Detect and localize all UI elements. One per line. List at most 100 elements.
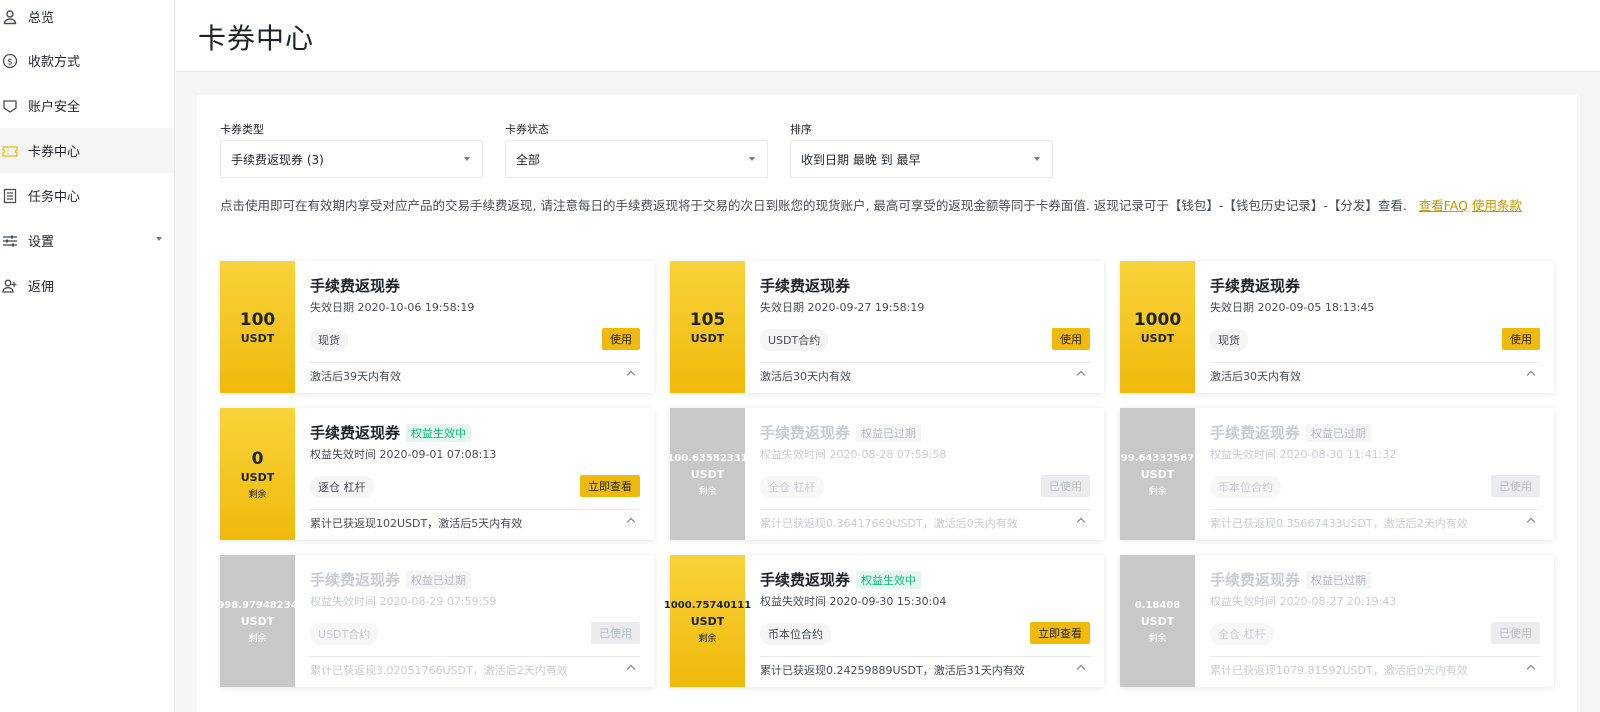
coupon-title-row: 手续费返现券 权益已过期	[760, 422, 922, 443]
chevron-up-icon[interactable]	[1076, 664, 1086, 674]
chevron-up-icon[interactable]	[626, 370, 636, 380]
sort-select[interactable]: 收到日期 最晚 到 最早	[790, 140, 1053, 178]
sidebar-item-security[interactable]: 账户安全	[0, 83, 174, 128]
product-tag: 币本位合约	[760, 623, 831, 645]
dollar-icon: $	[0, 53, 28, 69]
sidebar-item-label: 设置	[28, 235, 55, 250]
status-badge: 权益生效中	[406, 423, 472, 442]
coupon-body: 手续费返现券 权益已过期 权益失效时间 2020-08-28 07:59:58 …	[745, 408, 1104, 540]
chevron-up-icon[interactable]	[626, 664, 636, 674]
coupon-amount-stub: 100 USDT	[220, 261, 295, 393]
filter-coupon-type: 卡券类型 手续费返现券 (3)	[220, 122, 483, 178]
page-header: 卡券中心	[176, 0, 1600, 72]
coupon-card: 105 USDT 手续费返现券 失效日期 2020-09-27 19:58:19…	[670, 261, 1104, 393]
coupon-status-select[interactable]: 全部	[505, 140, 768, 178]
sidebar-item-payment[interactable]: $ 收款方式	[0, 38, 174, 83]
coupon-amount-stub: 1000.75740111 USDT 剩余	[664, 555, 751, 687]
filter-label: 卡券状态	[505, 123, 549, 136]
description-text: 点击使用即可在有效期内享受对应产品的交易手续费返现, 请注意每日的手续费返现将于…	[220, 198, 1407, 213]
remaining-label: 剩余	[1148, 633, 1167, 644]
divider	[1210, 362, 1540, 363]
coupon-footer: 激活后39天内有效	[310, 370, 401, 383]
coupon-body: 手续费返现券 失效日期 2020-09-27 19:58:19 USDT合约 使…	[745, 261, 1104, 393]
divider	[760, 509, 1090, 510]
coupon-title: 手续费返现券	[760, 571, 851, 589]
product-tag: 全仓 杠杆	[1210, 623, 1274, 645]
use-button[interactable]: 使用	[1502, 328, 1540, 350]
coupon-date: 权益失效时间 2020-09-01 07:08:13	[310, 448, 497, 461]
select-value: 收到日期 最晚 到 最早	[801, 152, 921, 167]
divider	[1210, 509, 1540, 510]
coupon-amount: 1000.75740111	[663, 599, 752, 611]
chevron-up-icon[interactable]	[1076, 370, 1086, 380]
coupon-unit: USDT	[240, 331, 275, 345]
coupon-body: 手续费返现券 权益已过期 权益失效时间 2020-08-27 20:19:43 …	[1195, 555, 1554, 687]
sidebar-item-referral[interactable]: 返佣	[0, 263, 174, 308]
chevron-up-icon[interactable]	[1076, 517, 1086, 527]
chevron-up-icon[interactable]	[1526, 664, 1536, 674]
product-tag: USDT合约	[310, 623, 379, 645]
remaining-label: 剩余	[698, 633, 717, 644]
coupon-amount: 0	[251, 448, 264, 469]
coupon-title: 手续费返现券	[310, 424, 401, 442]
chevron-down-icon	[156, 237, 162, 241]
coupon-date: 失效日期 2020-09-05 18:13:45	[1210, 301, 1375, 314]
coupon-amount-stub: 0 USDT 剩余	[220, 408, 295, 540]
coupon-unit: USDT	[690, 614, 725, 628]
product-tag: 现货	[1210, 329, 1248, 351]
select-value: 手续费返现券 (3)	[231, 152, 324, 167]
chevron-up-icon[interactable]	[1526, 517, 1536, 527]
coupon-date: 失效日期 2020-09-27 19:58:19	[760, 301, 925, 314]
view-now-button[interactable]: 立即查看	[1030, 622, 1090, 644]
filter-sort: 排序 收到日期 最晚 到 最早	[790, 122, 1053, 178]
sidebar-item-overview[interactable]: 总览	[0, 0, 174, 39]
divider	[1210, 656, 1540, 657]
coupon-amount-stub: 99.64332567 USDT 剩余	[1120, 408, 1195, 540]
sidebar-item-coupons[interactable]: 卡券中心	[0, 128, 174, 173]
view-now-button[interactable]: 立即查看	[580, 475, 640, 497]
sidebar-item-settings[interactable]: 设置	[0, 218, 174, 263]
coupon-title: 手续费返现券	[310, 277, 401, 295]
sidebar-item-label: 任务中心	[28, 190, 81, 205]
coupon-type-select[interactable]: 手续费返现券 (3)	[220, 140, 483, 178]
coupon-footer: 累计已获返现3.02051766USDT，激活后2天内有效	[310, 664, 568, 677]
coupon-amount: 0.18408	[1134, 599, 1181, 611]
ticket-icon	[0, 143, 28, 159]
chevron-down-icon	[749, 157, 755, 161]
svg-text:$: $	[7, 57, 13, 67]
coupon-footer: 累计已获返现0.24259889USDT，激活后31天内有效	[760, 664, 1025, 677]
terms-link[interactable]: 使用条款	[1472, 198, 1522, 213]
coupon-title-row: 手续费返现券 权益生效中	[760, 569, 922, 590]
coupon-body: 手续费返现券 权益生效中 权益失效时间 2020-09-30 15:30:04 …	[745, 555, 1104, 687]
chevron-down-icon	[464, 157, 470, 161]
coupon-amount: 100.63582331	[667, 452, 748, 464]
use-button[interactable]: 使用	[1052, 328, 1090, 350]
coupon-amount-stub: 0.18408 USDT 剩余	[1120, 555, 1195, 687]
filter-coupon-status: 卡券状态 全部	[505, 122, 768, 178]
coupon-amount-stub: 100.63582331 USDT 剩余	[667, 408, 748, 540]
coupon-amount: 99.64332567	[1120, 452, 1195, 464]
chevron-up-icon[interactable]	[1526, 370, 1536, 380]
coupon-amount-stub: 998.97948234 USDT 剩余	[217, 555, 298, 687]
chevron-up-icon[interactable]	[626, 517, 636, 527]
coupon-title: 手续费返现券	[1210, 424, 1301, 442]
use-button[interactable]: 使用	[602, 328, 640, 350]
used-button: 已使用	[1041, 475, 1090, 497]
coupon-title-row: 手续费返现券 权益已过期	[310, 569, 472, 590]
coupon-card: 100 USDT 手续费返现券 失效日期 2020-10-06 19:58:19…	[220, 261, 654, 393]
faq-link[interactable]: 查看FAQ	[1419, 198, 1468, 213]
coupon-title-row: 手续费返现券 权益生效中	[310, 422, 472, 443]
sidebar-item-label: 总览	[28, 11, 55, 26]
coupon-amount: 1000	[1133, 309, 1182, 330]
user-icon	[0, 9, 28, 25]
filter-label: 卡券类型	[220, 123, 264, 136]
remaining-label: 剩余	[248, 489, 267, 500]
coupon-title: 手续费返现券	[1210, 277, 1301, 295]
coupon-body: 手续费返现券 失效日期 2020-09-05 18:13:45 现货 使用 激活…	[1195, 261, 1554, 393]
sidebar-item-label: 收款方式	[28, 55, 81, 70]
coupon-date: 失效日期 2020-10-06 19:58:19	[310, 301, 475, 314]
coupon-amount: 998.97948234	[217, 599, 298, 611]
sidebar-item-tasks[interactable]: 任务中心	[0, 173, 174, 218]
coupon-unit: USDT	[1140, 614, 1175, 628]
coupon-unit: USDT	[1140, 331, 1175, 345]
